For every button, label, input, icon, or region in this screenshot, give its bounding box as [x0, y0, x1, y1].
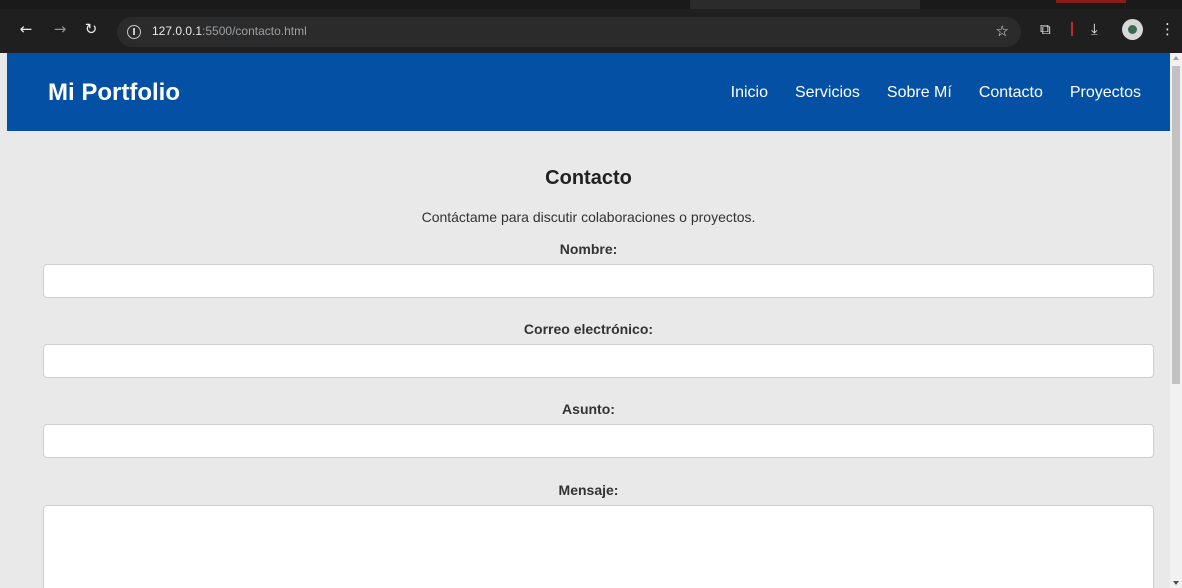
url-path: :5500/contacto.html: [202, 24, 307, 38]
scroll-up-arrow-icon[interactable]: [1173, 56, 1179, 60]
site-header: Mi Portfolio Inicio Servicios Sobre Mí C…: [7, 53, 1170, 131]
message-textarea[interactable]: [43, 505, 1154, 588]
page-scrollbar[interactable]: [1170, 53, 1182, 588]
profile-avatar[interactable]: [1122, 19, 1143, 40]
nav-link-proyectos[interactable]: Proyectos: [1070, 84, 1141, 102]
main-nav: Inicio Servicios Sobre Mí Contacto Proye…: [731, 84, 1141, 102]
extensions-icon[interactable]: ⧉: [1040, 20, 1051, 38]
email-label: Correo electrónico:: [523, 321, 654, 337]
brand-logo[interactable]: Mi Portfolio: [48, 79, 180, 107]
message-label: Mensaje:: [558, 482, 619, 498]
tab-strip: [0, 0, 1182, 9]
url-host: 127.0.0.1: [152, 24, 203, 38]
browser-toolbar: ← → ↻ 127.0.0.1:5500/contacto.html ☆ ⧉ ⤓…: [0, 0, 1182, 53]
page-title: Contacto: [545, 167, 632, 189]
nav-link-servicios[interactable]: Servicios: [795, 84, 860, 102]
forward-arrow-icon[interactable]: →: [51, 20, 69, 38]
contact-section: Contacto Contáctame para discutir colabo…: [7, 131, 1170, 588]
star-icon[interactable]: ☆: [996, 22, 1009, 40]
info-icon[interactable]: [127, 25, 141, 39]
scroll-down-arrow-icon[interactable]: [1173, 581, 1179, 585]
toolbar-separator: [1071, 22, 1073, 36]
download-icon[interactable]: ⤓: [1091, 20, 1098, 38]
subject-input[interactable]: [43, 424, 1154, 458]
name-label: Nombre:: [559, 241, 618, 257]
subject-label: Asunto:: [562, 401, 615, 417]
name-input[interactable]: [43, 264, 1154, 298]
intro-text: Contáctame para discutir colaboraciones …: [421, 209, 756, 225]
nav-link-contacto[interactable]: Contacto: [979, 84, 1043, 102]
url-text[interactable]: 127.0.0.1:5500/contacto.html: [152, 24, 307, 38]
nav-link-sobre-mi[interactable]: Sobre Mí: [887, 84, 952, 102]
tab-strip-edge: [690, 0, 920, 9]
tab-strip-accent: [1056, 0, 1126, 3]
email-input[interactable]: [43, 344, 1154, 378]
reload-icon[interactable]: ↻: [82, 20, 100, 38]
scroll-thumb[interactable]: [1172, 66, 1180, 384]
menu-kebab-icon[interactable]: ⋮: [1160, 20, 1175, 38]
address-bar[interactable]: 127.0.0.1:5500/contacto.html ☆: [117, 17, 1021, 47]
back-arrow-icon[interactable]: ←: [17, 20, 35, 38]
nav-link-inicio[interactable]: Inicio: [731, 84, 768, 102]
